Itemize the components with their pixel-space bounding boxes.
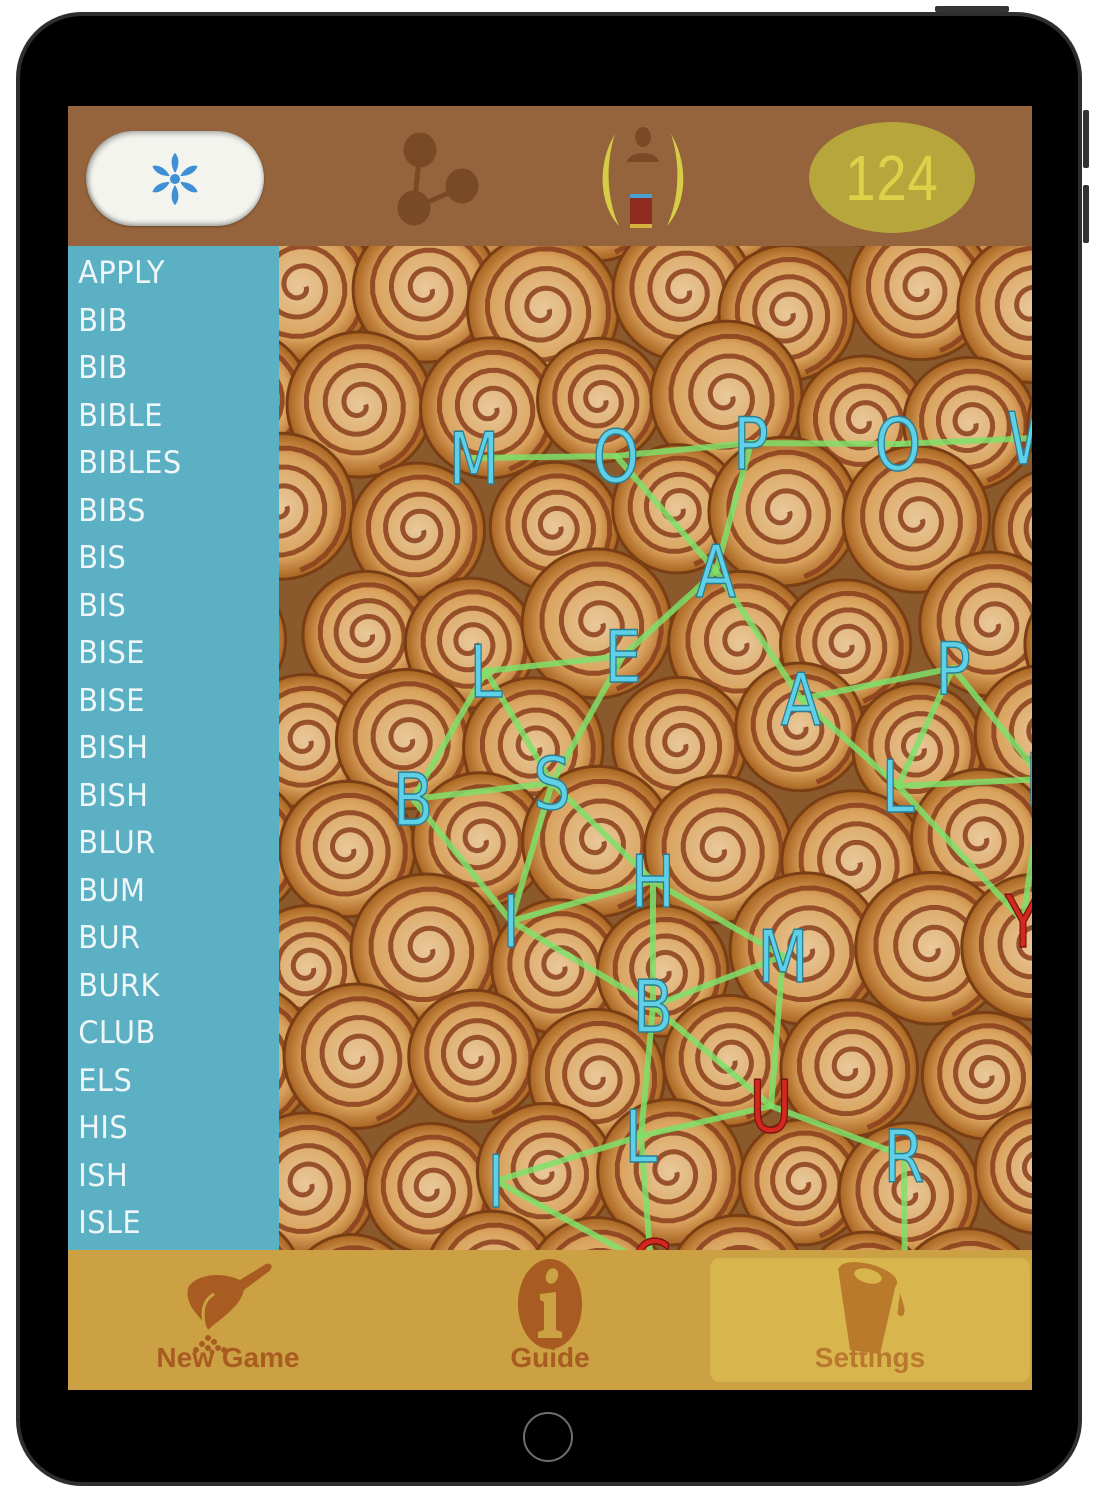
word-list-item[interactable]: HIS bbox=[68, 1105, 264, 1153]
board-tile-p[interactable]: P bbox=[1025, 738, 1032, 824]
board-tile-b[interactable]: B bbox=[632, 965, 674, 1051]
tab-guide[interactable]: Guide bbox=[390, 1258, 710, 1382]
word-list-item[interactable]: ELS bbox=[68, 1058, 264, 1106]
found-words-list[interactable]: APPLY BIB BIB BIBLE BIBLES BIBS BIS BIS BISE BISE… bbox=[68, 246, 279, 1250]
player-timer-icon bbox=[602, 127, 684, 228]
board-tile-r[interactable]: R bbox=[883, 1115, 925, 1201]
word-list-item[interactable]: BUM bbox=[68, 868, 264, 916]
volume-down-button bbox=[1083, 185, 1089, 243]
board-tile-m[interactable]: M bbox=[448, 417, 500, 503]
word-list-item[interactable]: ISLE bbox=[68, 1200, 264, 1248]
score-badge: 124 bbox=[809, 122, 975, 233]
word-list-item[interactable]: BUR bbox=[68, 915, 264, 963]
hint-button[interactable] bbox=[86, 131, 264, 226]
cinnamon-roll bbox=[407, 988, 543, 1124]
board-tile-i[interactable]: I bbox=[502, 880, 521, 966]
tab-settings[interactable]: Settings bbox=[710, 1258, 1030, 1382]
tab-new-game[interactable]: New Game bbox=[68, 1258, 388, 1382]
board-tile-a[interactable]: A bbox=[780, 658, 822, 744]
board-tile-y[interactable]: Y bbox=[1003, 880, 1032, 966]
board-tile-u[interactable]: U bbox=[749, 1065, 794, 1151]
word-list-item[interactable]: ISH bbox=[68, 1153, 264, 1201]
word-list-item[interactable]: BIB bbox=[68, 298, 264, 346]
word-list-item[interactable]: BIB bbox=[68, 345, 264, 393]
graph-nodes-icon bbox=[397, 132, 479, 226]
word-list-item[interactable]: BLUR bbox=[68, 820, 264, 868]
cinnamon-roll bbox=[279, 1111, 379, 1250]
tab-new-game-label: New Game bbox=[156, 1342, 300, 1373]
player-timer-button[interactable] bbox=[593, 124, 693, 232]
game-board[interactable]: MOPOWAELAPSBLPHYIMBULRICK bbox=[279, 246, 1032, 1250]
word-list-item[interactable]: BURK bbox=[68, 963, 264, 1011]
word-list-item[interactable]: BIBS bbox=[68, 488, 264, 536]
board-tile-o[interactable]: O bbox=[592, 415, 640, 501]
word-list-item[interactable]: BIS bbox=[68, 583, 264, 631]
cinnamon-roll bbox=[520, 547, 673, 700]
board-tile-m[interactable]: M bbox=[757, 915, 809, 1001]
word-list-item[interactable]: BIBLES bbox=[68, 440, 264, 488]
word-list-item[interactable]: APPLY bbox=[68, 250, 264, 298]
tab-guide-label: Guide bbox=[510, 1342, 590, 1373]
home-button[interactable] bbox=[523, 1412, 573, 1462]
board-tile-o[interactable]: O bbox=[874, 403, 922, 489]
board-tile-l[interactable]: L bbox=[469, 630, 504, 716]
board-tile-a[interactable]: A bbox=[695, 530, 737, 616]
asterisk-flower-icon bbox=[150, 152, 200, 205]
word-list-item[interactable]: BISH bbox=[68, 773, 264, 821]
board-tile-p[interactable]: P bbox=[935, 627, 972, 713]
word-list-item[interactable]: BISE bbox=[68, 678, 264, 726]
board-canvas: MOPOWAELAPSBLPHYIMBULRICK bbox=[279, 246, 1032, 1250]
score-value: 124 bbox=[845, 141, 939, 214]
board-tile-c[interactable]: C bbox=[630, 1225, 673, 1250]
board-tile-s[interactable]: S bbox=[533, 742, 572, 828]
app-screen: 124 APPLY BIB BIB BIBLE BIBLES BIBS BIS BIS BISE… bbox=[68, 106, 1032, 1390]
board-tile-l[interactable]: L bbox=[624, 1095, 659, 1181]
tab-settings-label: Settings bbox=[814, 1342, 926, 1373]
graph-toggle-button[interactable] bbox=[380, 126, 490, 226]
board-tile-h[interactable]: H bbox=[630, 840, 676, 926]
word-list-item[interactable]: BIBLE bbox=[68, 393, 264, 441]
board-tile-b[interactable]: B bbox=[392, 758, 434, 844]
word-list-item[interactable]: BISH bbox=[68, 725, 264, 773]
board-tile-p[interactable]: P bbox=[733, 402, 770, 488]
word-list-item[interactable]: BISE bbox=[68, 630, 264, 678]
word-list-item[interactable]: CLUB bbox=[68, 1010, 264, 1058]
board-tile-i[interactable]: I bbox=[487, 1140, 506, 1226]
cinnamon-roll bbox=[282, 982, 430, 1131]
board-tile-l[interactable]: L bbox=[881, 745, 916, 831]
coffee-pod-icon bbox=[838, 1262, 905, 1354]
info-icon bbox=[518, 1259, 582, 1349]
bottom-tab-bar: New Game Guide Settings bbox=[68, 1250, 1032, 1390]
word-list-item[interactable]: BIS bbox=[68, 535, 264, 583]
top-toolbar: 124 bbox=[68, 106, 1032, 246]
scoop-beans-icon bbox=[187, 1263, 272, 1354]
board-tile-e[interactable]: E bbox=[604, 615, 643, 701]
top-power-button bbox=[935, 6, 1009, 12]
volume-up-button bbox=[1083, 110, 1089, 168]
board-tile-w[interactable]: W bbox=[1006, 397, 1032, 483]
